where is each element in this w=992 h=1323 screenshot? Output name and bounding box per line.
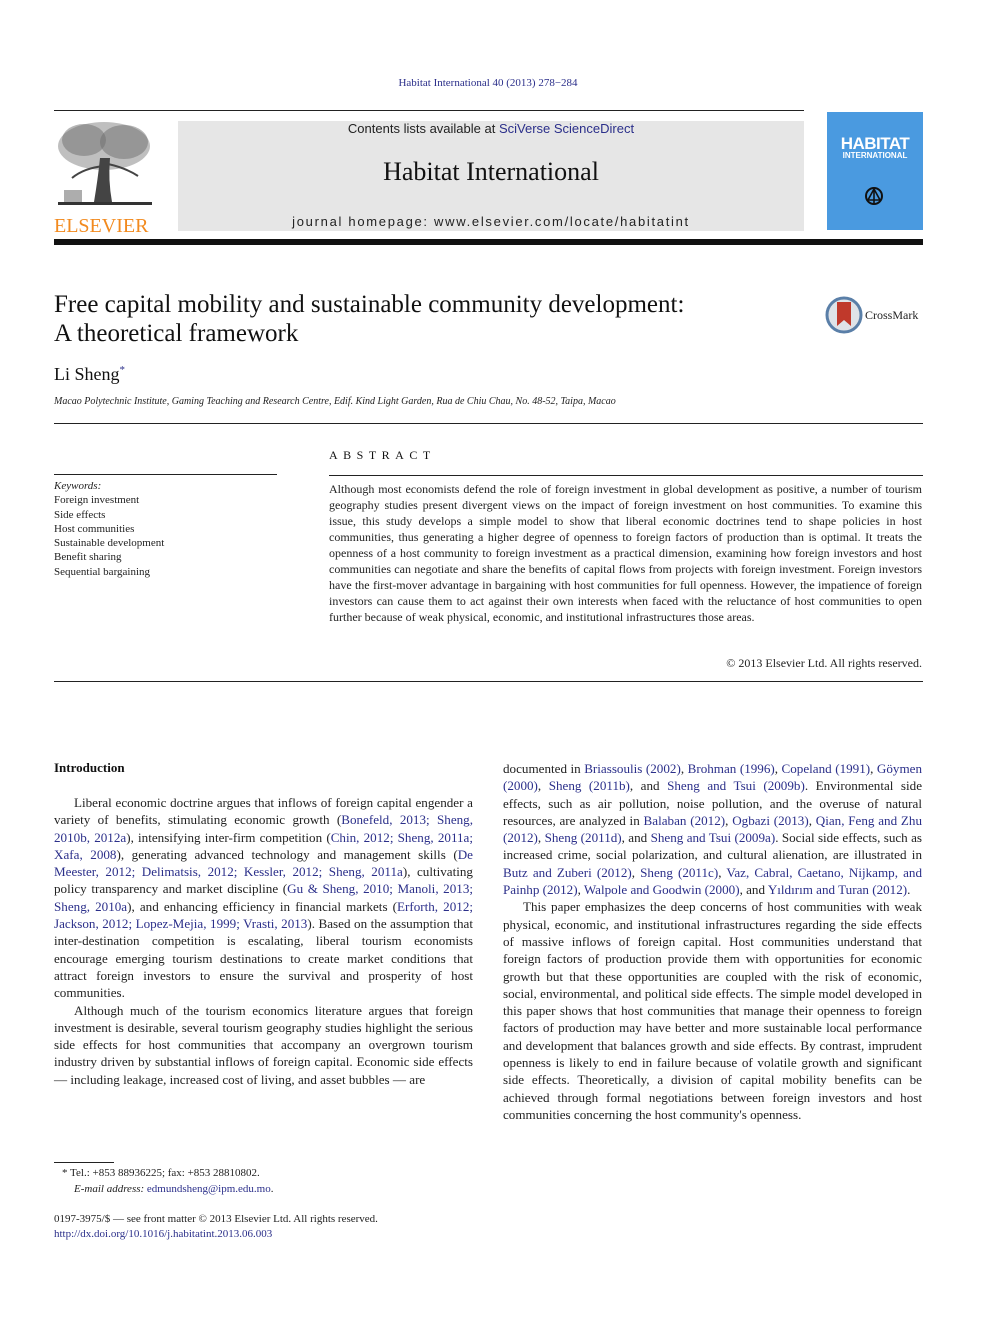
journal-cover[interactable]: HABITAT INTERNATIONAL (827, 112, 923, 230)
paragraph: Liberal economic doctrine argues that in… (54, 794, 473, 1002)
citation-link[interactable]: Balaban (2012) (644, 813, 726, 828)
footnote-rule (54, 1162, 114, 1163)
paragraph-text: , and (629, 778, 668, 794)
email-label: E-mail address: (74, 1183, 147, 1195)
citation-link[interactable]: Sheng and Tsui (2009a) (651, 830, 776, 845)
affiliation: Macao Polytechnic Institute, Gaming Teac… (54, 396, 616, 407)
email-suffix: . (270, 1183, 274, 1195)
paragraph-text: Although much of the tourism economics l… (54, 1002, 473, 1087)
author-name: Li Sheng (54, 364, 120, 384)
citation-link[interactable]: Copeland (1991) (782, 761, 871, 776)
body-column-right: documented in Briassoulis (2002), Brohma… (503, 760, 922, 1123)
keywords-rule (54, 474, 277, 475)
paragraph-text: . (907, 882, 911, 898)
abstract-copyright: © 2013 Elsevier Ltd. All rights reserved… (726, 656, 922, 670)
footnote-email-line: E-mail address: edmundsheng@ipm.edu.mo. (54, 1181, 273, 1197)
citation-link[interactable]: Butz and Zuberi (2012) (503, 865, 632, 880)
paragraph: This paper emphasizes the deep concerns … (503, 898, 922, 1123)
paragraph-text: , and (739, 882, 768, 898)
author-footnote: * Tel.: +853 88936225; fax: +853 2881080… (54, 1165, 273, 1197)
keywords-heading: Keywords: (54, 480, 102, 492)
contents-line: Contents lists available at SciVerse Sci… (178, 121, 804, 136)
citation-link[interactable]: Sheng and Tsui (2009b) (667, 778, 805, 793)
journal-title: Habitat International (383, 157, 599, 186)
crossmark-icon (825, 296, 863, 334)
affiliation-rule (54, 423, 923, 424)
paragraph-text: , (774, 761, 782, 776)
author-footnote-mark[interactable]: * (120, 364, 126, 376)
citation-link[interactable]: Sheng (2011d) (545, 830, 622, 845)
paragraph: Although much of the tourism economics l… (54, 1002, 473, 1088)
issn-line: 0197-3975/$ — see front matter © 2013 El… (54, 1213, 378, 1225)
abstract-rule (329, 475, 923, 476)
paragraph-text: documented in (503, 761, 585, 776)
title-line-2: A theoretical framework (54, 320, 299, 347)
paragraph-text: ), and enhancing efficiency in financial… (127, 898, 397, 914)
journal-banner: Contents lists available at SciVerse Sci… (178, 121, 804, 231)
keyword: Sequential bargaining (54, 565, 151, 578)
citation-link[interactable]: Sheng (2011b) (549, 778, 630, 793)
elsevier-wordmark: ELSEVIER (54, 215, 149, 237)
footnote-tel: * Tel.: +853 88936225; fax: +853 2881080… (62, 1167, 260, 1179)
paragraph-text: , (870, 761, 877, 776)
abstract-text: Although most economists defend the role… (329, 482, 922, 624)
citation-link[interactable]: Briassoulis (2002) (584, 761, 681, 776)
paragraph-text: ), intensifying inter-firm competition ( (126, 829, 331, 845)
paragraph-text: ), generating advanced technology and ma… (116, 846, 458, 862)
paragraph-text: , (537, 778, 549, 794)
citation-link[interactable]: Ogbazi (2013) (732, 813, 809, 828)
citation-link[interactable]: Yıldırım and Turan (2012) (768, 882, 907, 897)
header-rule (54, 110, 804, 111)
title-line-1: Free capital mobility and sustainable co… (54, 291, 685, 318)
keyword: Host communities (54, 522, 135, 535)
keywords: Keywords: Foreign investment Side effect… (54, 479, 164, 579)
header-thick-rule (54, 239, 923, 245)
citation-link[interactable]: Walpole and Goodwin (2000) (584, 882, 740, 897)
elsevier-logo[interactable]: ELSEVIER (54, 118, 156, 237)
paragraph: documented in Briassoulis (2002), Brohma… (503, 760, 922, 898)
keyword: Sustainable development (54, 537, 165, 550)
cover-subtitle: INTERNATIONAL (842, 151, 908, 160)
crossmark-label: CrossMark (865, 308, 919, 322)
crossmark-badge[interactable]: CrossMark (825, 296, 925, 336)
paragraph-text: , (808, 812, 816, 828)
journal-homepage[interactable]: journal homepage: www.elsevier.com/locat… (178, 214, 804, 229)
doi-link[interactable]: http://dx.doi.org/10.1016/j.habitatint.2… (54, 1228, 272, 1240)
paragraph-text: , (537, 830, 545, 846)
paragraph-text: , and (621, 830, 651, 846)
author: Li Sheng* (54, 364, 125, 385)
keyword: Foreign investment (54, 494, 140, 507)
tree-icon (58, 122, 152, 205)
paragraph-text: , (631, 864, 641, 880)
front-matter: 0197-3975/$ — see front matter © 2013 El… (54, 1212, 378, 1242)
citation-link[interactable]: Brohman (1996) (688, 761, 775, 776)
paragraph-text: This paper emphasizes the deep concerns … (503, 899, 922, 1122)
sciencedirect-link[interactable]: SciVerse ScienceDirect (499, 121, 634, 136)
cover-emblem-icon (865, 187, 883, 205)
email-link[interactable]: edmundsheng@ipm.edu.mo (147, 1183, 271, 1195)
section-heading: Introduction (54, 760, 125, 775)
paragraph-text: , (680, 761, 688, 776)
contents-prefix: Contents lists available at (347, 121, 499, 136)
abstract-heading: ABSTRACT (329, 448, 436, 462)
running-citation[interactable]: Habitat International 40 (2013) 278−284 (0, 77, 976, 89)
citation-link[interactable]: Sheng (2011c) (640, 865, 718, 880)
body-column-left: Liberal economic doctrine argues that in… (54, 794, 473, 1088)
abstract-bottom-rule (54, 681, 923, 682)
keyword: Side effects (54, 508, 106, 521)
article-title: Free capital mobility and sustainable co… (54, 290, 794, 348)
keyword: Benefit sharing (54, 551, 122, 564)
